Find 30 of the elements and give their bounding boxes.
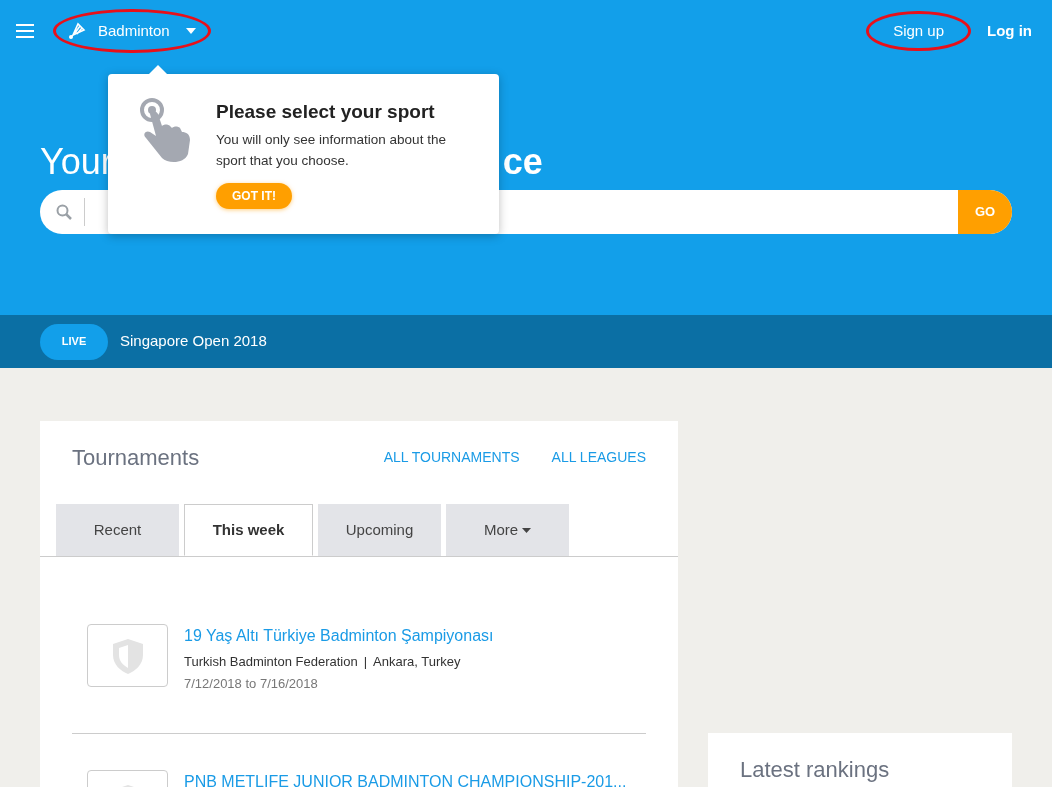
card-title: Tournaments — [72, 444, 201, 472]
sport-selector[interactable]: Badminton — [53, 8, 211, 54]
caret-icon — [185, 28, 196, 34]
popup-text: You will only see information about the sport that you choose. — [216, 130, 447, 170]
section-link[interactable]: ALL TOURNAMENTS — [383, 447, 520, 468]
card-title: Latest rankings — [740, 757, 890, 782]
organizer-text: Turkish Badminton Federation — [184, 653, 358, 671]
search-icon — [56, 204, 72, 220]
tournament-link[interactable]: PNB METLIFE JUNIOR BADMINTON CHAMPIONSHIP-201... — [184, 770, 627, 787]
tab[interactable]: More — [446, 504, 569, 556]
live-badge[interactable]: LIVE — [40, 323, 108, 360]
hero-title: ce — [502, 140, 543, 184]
hero-title: Your — [40, 140, 113, 184]
tab[interactable]: This week — [184, 504, 313, 556]
separator-text: | — [363, 653, 368, 671]
tournament-link[interactable]: 19 Yaş Altı Türkiye Badminton Şampiyonası — [184, 624, 494, 648]
menu-icon[interactable] — [16, 24, 34, 38]
live-event-link[interactable]: Singapore Open 2018 — [120, 330, 267, 353]
popup-title: Please select your sport — [216, 100, 435, 124]
shield-icon — [110, 636, 145, 675]
tab[interactable]: Recent — [56, 504, 179, 556]
got-it-button[interactable]: GOT IT! — [216, 182, 292, 209]
log-in-link[interactable]: Log in — [987, 19, 1032, 43]
location-text: Ankara, Turkey — [373, 653, 461, 671]
tab[interactable]: Upcoming — [318, 504, 441, 556]
go-button[interactable]: GO — [958, 190, 1012, 234]
shuttlecock-icon — [68, 22, 86, 40]
date-range: 7/12/2018 to 7/16/2018 — [184, 674, 319, 693]
section-link[interactable]: ALL LEAGUES — [551, 447, 646, 468]
sign-up-link[interactable]: Sign up — [866, 10, 971, 52]
